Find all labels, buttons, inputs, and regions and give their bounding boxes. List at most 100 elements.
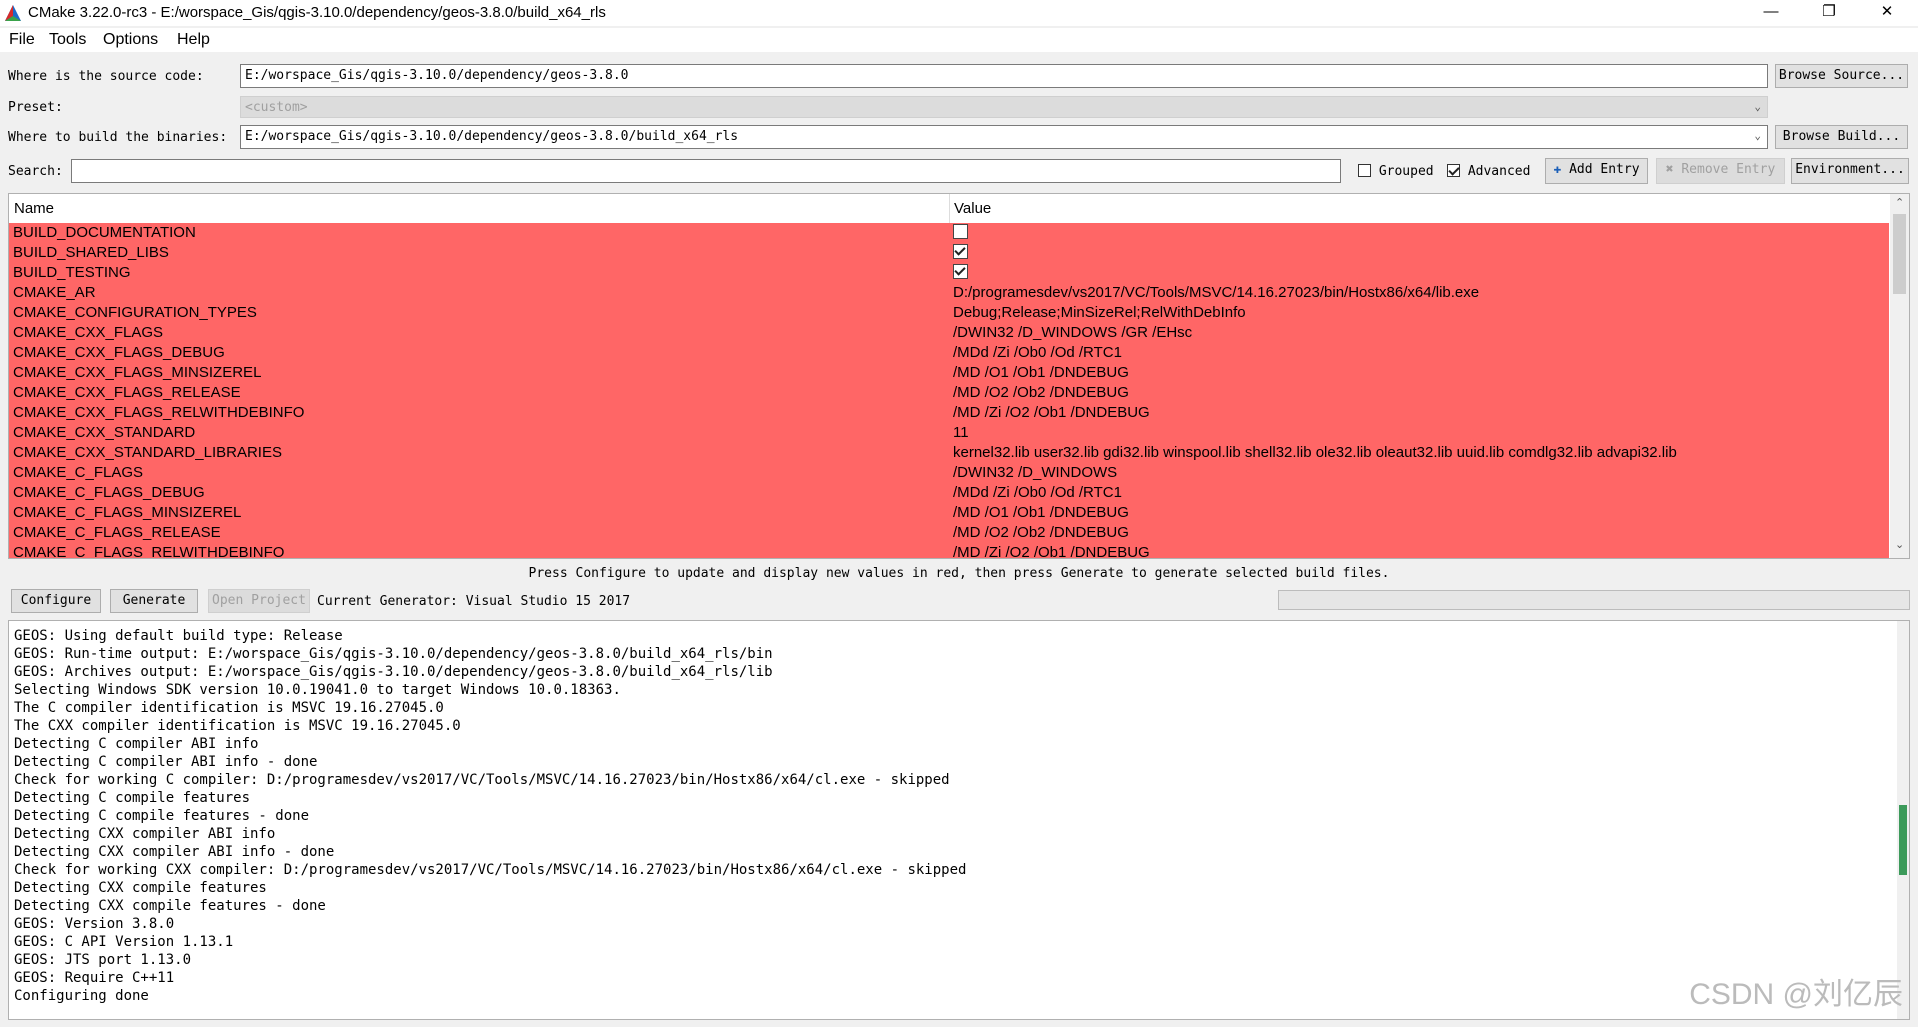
cache-entry-value[interactable]: kernel32.lib user32.lib gdi32.lib winspo… bbox=[953, 444, 1677, 461]
build-path-combobox[interactable]: E:/worspace_Gis/qgis-3.10.0/dependency/g… bbox=[240, 125, 1768, 149]
table-scrollbar[interactable]: ⌃ ⌄ bbox=[1890, 194, 1909, 558]
output-line: GEOS: JTS port 1.13.0 bbox=[14, 952, 192, 968]
close-button[interactable]: ✕ bbox=[1858, 0, 1916, 26]
output-scroll-thumb[interactable] bbox=[1899, 805, 1907, 875]
table-row[interactable]: CMAKE_C_FLAGS/DWIN32 /D_WINDOWS bbox=[9, 463, 1889, 483]
cache-entry-name: CMAKE_CXX_FLAGS_RELWITHDEBINFO bbox=[13, 404, 305, 421]
advanced-checkbox[interactable]: Advanced bbox=[1447, 164, 1530, 179]
output-line: Detecting C compile features - done bbox=[14, 808, 310, 824]
output-line: GEOS: Require C++11 bbox=[14, 970, 175, 986]
cache-entry-value[interactable]: /MD /O1 /Ob1 /DNDEBUG bbox=[953, 504, 1129, 521]
add-entry-button[interactable]: ✚ Add Entry bbox=[1545, 158, 1648, 184]
table-header: Name Value bbox=[9, 194, 1889, 224]
output-log[interactable]: GEOS: Using default build type: Release G… bbox=[8, 620, 1910, 1020]
cache-entry-checkbox[interactable] bbox=[953, 264, 968, 281]
source-path-input[interactable]: E:/worspace_Gis/qgis-3.10.0/dependency/g… bbox=[240, 64, 1768, 88]
cache-entry-name: CMAKE_AR bbox=[13, 284, 96, 301]
grouped-check-icon[interactable] bbox=[1358, 164, 1371, 177]
browse-source-button[interactable]: Browse Source... bbox=[1775, 64, 1908, 88]
cache-entry-value[interactable]: /MDd /Zi /Ob0 /Od /RTC1 bbox=[953, 344, 1122, 361]
output-line: GEOS: Using default build type: Release bbox=[14, 628, 343, 644]
table-row[interactable]: CMAKE_CXX_STANDARD 11 bbox=[9, 423, 1889, 443]
cache-entry-value[interactable]: /MD /O2 /Ob2 /DNDEBUG bbox=[953, 524, 1129, 541]
cache-entry-value[interactable]: /DWIN32 /D_WINDOWS /GR /EHsc bbox=[953, 324, 1192, 341]
table-row[interactable]: CMAKE_CXX_FLAGS/DWIN32 /D_WINDOWS /GR /E… bbox=[9, 323, 1889, 343]
preset-label: Preset: bbox=[8, 100, 63, 115]
check-icon[interactable] bbox=[953, 244, 968, 259]
table-row[interactable]: CMAKE_C_FLAGS_RELWITHDEBINFO/MD /Zi /O2 … bbox=[9, 543, 1889, 559]
column-separator[interactable] bbox=[949, 194, 950, 223]
search-input[interactable] bbox=[71, 159, 1341, 183]
output-line: GEOS: Run-time output: E:/worspace_Gis/q… bbox=[14, 646, 773, 662]
cache-entry-value[interactable]: /MD /O2 /Ob2 /DNDEBUG bbox=[953, 384, 1129, 401]
menu-help[interactable]: Help bbox=[177, 31, 210, 49]
minimize-button[interactable]: — bbox=[1742, 0, 1800, 26]
remove-entry-label: Remove Entry bbox=[1681, 162, 1776, 177]
table-row[interactable]: CMAKE_CXX_FLAGS_MINSIZEREL/MD /O1 /Ob1 /… bbox=[9, 363, 1889, 383]
source-label: Where is the source code: bbox=[8, 69, 204, 84]
table-row[interactable]: CMAKE_CXX_FLAGS_RELEASE/MD /O2 /Ob2 /DND… bbox=[9, 383, 1889, 403]
cache-entry-name: BUILD_SHARED_LIBS bbox=[13, 244, 169, 261]
cache-entry-name: CMAKE_CONFIGURATION_TYPES bbox=[13, 304, 257, 321]
scroll-up-icon[interactable]: ⌃ bbox=[1895, 196, 1904, 209]
restore-button[interactable]: ❐ bbox=[1800, 0, 1858, 26]
table-row[interactable]: CMAKE_CXX_STANDARD_LIBRARIES kernel32.lib… bbox=[9, 443, 1889, 463]
check-icon[interactable] bbox=[953, 264, 968, 279]
cache-entry-value[interactable]: 11 bbox=[953, 424, 969, 441]
cache-entry-name: CMAKE_CXX_FLAGS_MINSIZEREL bbox=[13, 364, 262, 381]
output-scrollbar[interactable] bbox=[1897, 621, 1909, 1019]
menu-options[interactable]: Options bbox=[103, 31, 158, 49]
table-row[interactable]: CMAKE_C_FLAGS_DEBUG/MDd /Zi /Ob0 /Od /RT… bbox=[9, 483, 1889, 503]
grouped-label: Grouped bbox=[1378, 164, 1434, 179]
preset-select: <custom> ⌄ bbox=[240, 96, 1768, 118]
scroll-down-icon[interactable]: ⌄ bbox=[1895, 538, 1904, 551]
check-icon[interactable] bbox=[953, 224, 968, 239]
configure-hint: Press Configure to update and display ne… bbox=[528, 566, 1390, 581]
configure-button[interactable]: Configure bbox=[11, 589, 101, 613]
cmake-logo-icon bbox=[5, 5, 21, 21]
output-line: Detecting CXX compile features - done bbox=[14, 898, 326, 914]
table-row[interactable]: BUILD_DOCUMENTATION bbox=[9, 223, 1889, 243]
cache-entry-name: CMAKE_CXX_STANDARD_LIBRARIES bbox=[13, 444, 282, 461]
generate-button[interactable]: Generate bbox=[110, 589, 198, 613]
search-label: Search: bbox=[8, 164, 63, 179]
advanced-check-icon[interactable] bbox=[1447, 164, 1460, 177]
cache-entry-value[interactable]: /DWIN32 /D_WINDOWS bbox=[953, 464, 1117, 481]
cache-entry-value[interactable]: /MD /O1 /Ob1 /DNDEBUG bbox=[953, 364, 1129, 381]
chevron-down-icon[interactable]: ⌄ bbox=[1754, 129, 1761, 142]
table-row[interactable]: CMAKE_CXX_FLAGS_RELWITHDEBINFO/MD /Zi /O… bbox=[9, 403, 1889, 423]
output-line: Detecting CXX compiler ABI info - done bbox=[14, 844, 335, 860]
cache-entry-value[interactable]: /MD /Zi /O2 /Ob1 /DNDEBUG bbox=[953, 404, 1150, 421]
cache-entry-value[interactable]: /MDd /Zi /Ob0 /Od /RTC1 bbox=[953, 484, 1122, 501]
table-row[interactable]: CMAKE_AR D:/programesdev/vs2017/VC/Tools/… bbox=[9, 283, 1889, 303]
grouped-checkbox[interactable]: Grouped bbox=[1358, 164, 1434, 179]
output-line: GEOS: Archives output: E:/worspace_Gis/q… bbox=[14, 664, 773, 680]
browse-build-button[interactable]: Browse Build... bbox=[1775, 125, 1908, 149]
open-project-button[interactable]: Open Project bbox=[208, 589, 310, 613]
table-row[interactable]: CMAKE_C_FLAGS_RELEASE/MD /O2 /Ob2 /DNDEB… bbox=[9, 523, 1889, 543]
remove-entry-button[interactable]: ✖ Remove Entry bbox=[1656, 158, 1785, 184]
column-header-value[interactable]: Value bbox=[954, 200, 991, 217]
table-row[interactable]: CMAKE_CONFIGURATION_TYPES Debug;Release;M… bbox=[9, 303, 1889, 323]
table-scroll-thumb[interactable] bbox=[1893, 214, 1906, 294]
environment-button[interactable]: Environment... bbox=[1791, 158, 1909, 184]
output-lines: GEOS: Using default build type: Release G… bbox=[14, 627, 966, 1005]
table-row[interactable]: CMAKE_C_FLAGS_MINSIZEREL/MD /O1 /Ob1 /DN… bbox=[9, 503, 1889, 523]
menu-bar: File Tools Options Help bbox=[0, 28, 1918, 52]
cache-entry-value[interactable]: D:/programesdev/vs2017/VC/Tools/MSVC/14.… bbox=[953, 284, 1479, 301]
menu-tools[interactable]: Tools bbox=[49, 31, 86, 49]
cache-entry-checkbox[interactable] bbox=[953, 244, 968, 261]
cache-entry-name: CMAKE_CXX_STANDARD bbox=[13, 424, 196, 441]
cache-entry-value[interactable]: Debug;Release;MinSizeRel;RelWithDebInfo bbox=[953, 304, 1246, 321]
cache-table[interactable]: Name Value BUILD_DOCUMENTATION BUILD_SHAR… bbox=[8, 193, 1910, 559]
menu-file[interactable]: File bbox=[9, 31, 35, 49]
column-header-name[interactable]: Name bbox=[14, 200, 54, 217]
table-row[interactable]: CMAKE_CXX_FLAGS_DEBUG/MDd /Zi /Ob0 /Od /… bbox=[9, 343, 1889, 363]
table-row[interactable]: BUILD_TESTING bbox=[9, 263, 1889, 283]
cache-entry-name: CMAKE_C_FLAGS_RELWITHDEBINFO bbox=[13, 544, 285, 559]
cache-entry-value[interactable]: /MD /Zi /O2 /Ob1 /DNDEBUG bbox=[953, 544, 1150, 558]
table-row[interactable]: BUILD_SHARED_LIBS bbox=[9, 243, 1889, 263]
output-line: Check for working C compiler: D:/program… bbox=[14, 772, 950, 788]
cache-entry-checkbox[interactable] bbox=[953, 224, 968, 241]
cache-entry-name: CMAKE_C_FLAGS_DEBUG bbox=[13, 484, 205, 501]
